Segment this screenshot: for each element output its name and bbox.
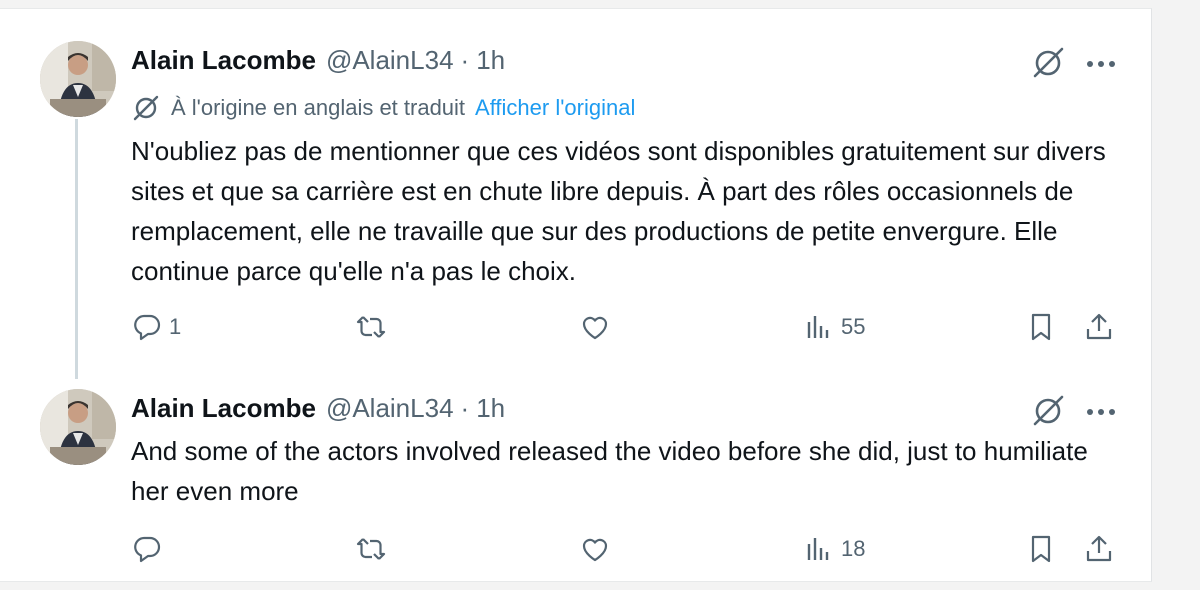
author-name[interactable]: Alain Lacombe (131, 45, 316, 76)
reply-bubble-icon (134, 536, 161, 563)
tweet-text: N'oubliez pas de mentionner que ces vidé… (131, 136, 1106, 286)
grok-translate-icon[interactable] (1030, 45, 1066, 81)
share-upload-icon (1086, 313, 1112, 340)
view-count: 55 (841, 314, 866, 339)
separator-dot: · (460, 393, 470, 423)
author-handle[interactable]: @AlainL34 (326, 393, 454, 424)
retweet-button[interactable] (355, 529, 393, 569)
retweet-icon (356, 316, 386, 338)
show-original-link[interactable]: Afficher l'original (475, 95, 635, 121)
action-bar: 1 55 (131, 307, 1121, 347)
views-button[interactable]: 18 (803, 529, 865, 569)
timestamp[interactable]: 1h (476, 45, 505, 76)
grok-translate-icon (131, 93, 161, 123)
tweet-text: And some of the actors involved released… (131, 436, 1088, 506)
heart-icon (582, 316, 608, 340)
share-button[interactable] (1083, 529, 1115, 569)
translation-note: À l'origine en anglais et traduit Affich… (131, 93, 635, 123)
translation-label: À l'origine en anglais et traduit (171, 95, 466, 120)
more-dots-icon[interactable] (1084, 47, 1118, 81)
like-button[interactable] (579, 529, 617, 569)
views-bar-chart-icon (807, 538, 829, 560)
like-button[interactable] (579, 307, 617, 347)
separator-dot: · (460, 45, 470, 75)
bookmark-button[interactable] (1025, 307, 1057, 347)
timestamp[interactable]: 1h (476, 393, 505, 424)
views-button[interactable]: 55 (803, 307, 865, 347)
bookmark-icon (1031, 535, 1051, 563)
thread-connector-line (75, 119, 78, 379)
grok-translate-icon[interactable] (1030, 393, 1066, 429)
view-count: 18 (841, 536, 866, 561)
views-bar-chart-icon (807, 316, 829, 338)
author-name[interactable]: Alain Lacombe (131, 393, 316, 424)
action-bar: 18 (131, 529, 1121, 569)
share-upload-icon (1086, 535, 1112, 562)
retweet-icon (356, 538, 386, 560)
bookmark-button[interactable] (1025, 529, 1057, 569)
thread-panel: Alain Lacombe @AlainL34 · 1h À l'origine… (0, 8, 1152, 582)
author-handle[interactable]: @AlainL34 (326, 45, 454, 76)
bookmark-icon (1031, 313, 1051, 341)
avatar[interactable] (40, 389, 116, 465)
reply-button[interactable] (131, 529, 169, 569)
retweet-button[interactable] (355, 307, 393, 347)
avatar[interactable] (40, 41, 116, 117)
more-dots-icon[interactable] (1084, 395, 1118, 429)
heart-icon (582, 538, 608, 562)
reply-count: 1 (169, 314, 182, 339)
reply-bubble-icon (134, 314, 161, 341)
share-button[interactable] (1083, 307, 1115, 347)
reply-button[interactable]: 1 (131, 307, 181, 347)
